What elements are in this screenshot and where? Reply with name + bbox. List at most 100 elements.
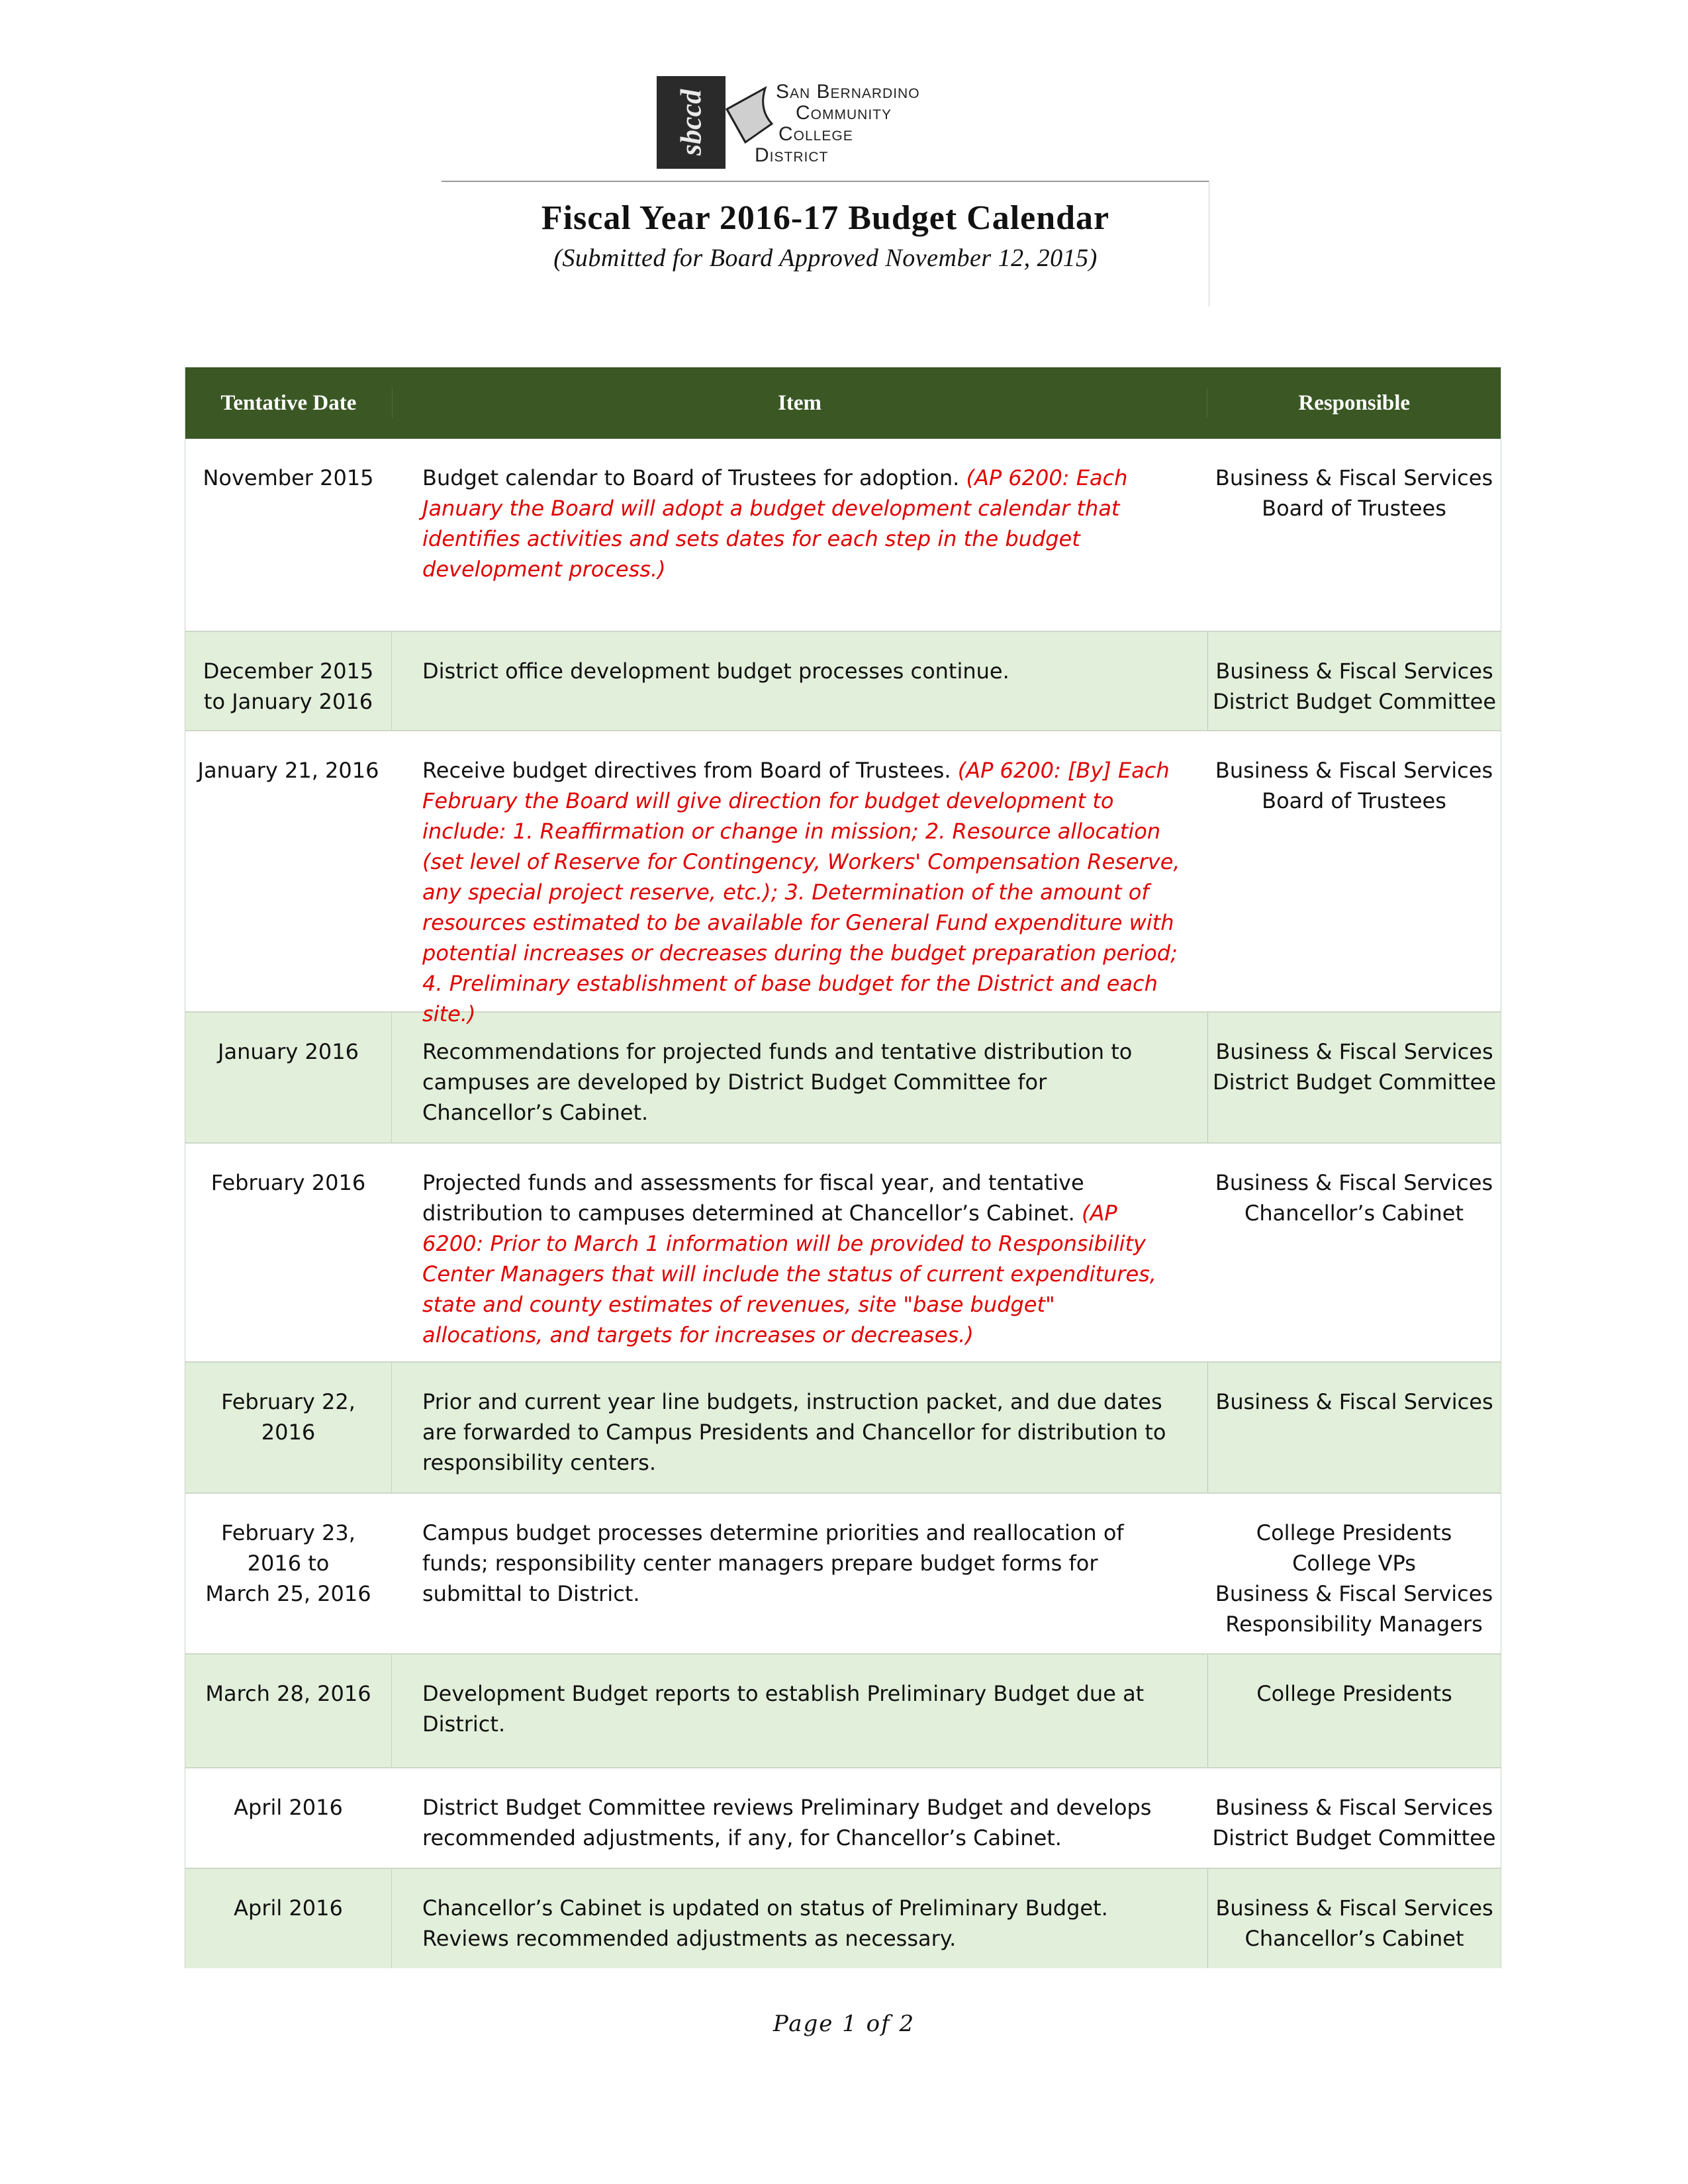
- table-row: February 22, 2016 Prior and current year l…: [185, 1361, 1501, 1492]
- cell-item: Prior and current year line budgets, ins…: [392, 1363, 1207, 1492]
- responsible-party: College VPs: [1292, 1551, 1416, 1576]
- cell-date: February 2016: [185, 1144, 392, 1361]
- responsible-party: College Presidents: [1256, 1520, 1452, 1545]
- cell-item: Projected funds and assessments for fisc…: [392, 1144, 1207, 1361]
- title-divider: [442, 181, 1209, 182]
- date-text: January 2016: [218, 1039, 359, 1064]
- table-row: April 2016 Chancellor’s Cabinet is update…: [185, 1868, 1501, 1968]
- cell-responsible: Business & Fiscal Services District Budge…: [1207, 632, 1501, 730]
- responsible-party: Business & Fiscal Services: [1215, 1389, 1493, 1414]
- table-row: February 23, 2016 to March 25, 2016 Campus …: [185, 1492, 1501, 1653]
- logo-line: College: [778, 123, 853, 145]
- responsible-party: Chancellor’s Cabinet: [1244, 1201, 1464, 1226]
- cell-responsible: Business & Fiscal Services District Budge…: [1207, 1013, 1501, 1142]
- item-text: District Budget Committee reviews Prelim…: [422, 1795, 1152, 1850]
- date-text: March 28, 2016: [205, 1681, 371, 1706]
- date-text: March 25, 2016: [205, 1581, 371, 1606]
- item-text: Prior and current year line budgets, ins…: [422, 1389, 1166, 1475]
- logo-mark-text: sbccd: [675, 89, 708, 156]
- table-row: December 2015 to January 2016 District off…: [185, 631, 1501, 730]
- cell-date: February 22, 2016: [185, 1363, 392, 1492]
- cell-responsible: College Presidents: [1207, 1655, 1501, 1767]
- item-text: Chancellor’s Cabinet is updated on statu…: [422, 1895, 1108, 1951]
- responsible-party: Business & Fiscal Services: [1215, 1039, 1493, 1064]
- date-text: April 2016: [234, 1895, 343, 1921]
- item-text: Budget calendar to Board of Trustees for…: [422, 465, 960, 490]
- table-row: January 21, 2016 Receive budget directive…: [185, 730, 1501, 1026]
- cell-date: November 2015: [185, 439, 392, 631]
- table-header: Tentative Date Item Responsible: [185, 367, 1501, 439]
- column-header-item: Item: [778, 390, 822, 415]
- date-text: 2016 to: [247, 1551, 330, 1576]
- cell-date: March 28, 2016: [185, 1655, 392, 1767]
- cell-item: Budget calendar to Board of Trustees for…: [392, 439, 1207, 631]
- responsible-party: Business & Fiscal Services: [1215, 1170, 1493, 1195]
- date-text: February 2016: [211, 1170, 366, 1195]
- cell-item: District office development budget proce…: [392, 632, 1207, 730]
- column-header-responsible: Responsible: [1207, 388, 1501, 418]
- date-text: 2016: [261, 1420, 316, 1445]
- cell-responsible: Business & Fiscal Services Board of Trust…: [1207, 731, 1501, 1011]
- logo-emblem: sbccd: [657, 76, 726, 169]
- cell-date: January 21, 2016: [185, 731, 392, 1011]
- page-title: Fiscal Year 2016-17 Budget Calendar: [541, 199, 1110, 237]
- cell-item: Receive budget directives from Board of …: [392, 731, 1207, 1026]
- page-subtitle: (Submitted for Board Approved November 1…: [553, 244, 1098, 272]
- budget-calendar-table: Tentative Date Item Responsible November…: [185, 367, 1501, 1968]
- responsible-party: College Presidents: [1256, 1681, 1452, 1706]
- item-text: Receive budget directives from Board of …: [422, 758, 951, 783]
- cell-item: Development Budget reports to establish …: [392, 1655, 1207, 1767]
- logo-line: Community: [796, 102, 892, 124]
- responsible-party: District Budget Committee: [1213, 1069, 1496, 1095]
- cell-date: December 2015 to January 2016: [185, 632, 392, 730]
- cell-item: District Budget Committee reviews Prelim…: [392, 1768, 1207, 1868]
- item-text: Development Budget reports to establish …: [422, 1681, 1145, 1737]
- date-text: January 21, 2016: [197, 758, 379, 783]
- logo-line: San Bernardino: [776, 81, 920, 103]
- cell-item: Campus budget processes determine priori…: [392, 1494, 1207, 1653]
- table-row: April 2016 District Budget Committee revi…: [185, 1767, 1501, 1868]
- cell-responsible: College Presidents College VPs Business & …: [1207, 1494, 1501, 1653]
- logo-wordmark: San Bernardino Community College Distric…: [755, 81, 920, 166]
- table-row: March 28, 2016 Development Budget reports…: [185, 1653, 1501, 1767]
- cell-responsible: Business & Fiscal Services: [1207, 1363, 1501, 1492]
- cell-responsible: Business & Fiscal Services District Budge…: [1207, 1768, 1501, 1868]
- cell-item: Chancellor’s Cabinet is updated on statu…: [392, 1869, 1207, 1968]
- table-row: February 2016 Projected funds and assessm…: [185, 1142, 1501, 1361]
- cell-date: January 2016: [185, 1013, 392, 1142]
- page-number: Page 1 of 2: [773, 2011, 915, 2037]
- responsible-party: Board of Trustees: [1262, 496, 1446, 521]
- date-text: November 2015: [203, 465, 374, 490]
- table-row: January 2016 Recommendations for projecte…: [185, 1011, 1501, 1142]
- item-text: Recommendations for projected funds and …: [422, 1039, 1133, 1125]
- item-text: Campus budget processes determine priori…: [422, 1520, 1124, 1606]
- cell-date: April 2016: [185, 1869, 392, 1968]
- table-body: November 2015 Budget calendar to Board of…: [185, 439, 1501, 1968]
- responsible-party: Board of Trustees: [1262, 788, 1446, 813]
- cell-date: April 2016: [185, 1768, 392, 1868]
- responsible-party: Business & Fiscal Services: [1215, 465, 1493, 490]
- cell-responsible: Business & Fiscal Services Chancellor’s C…: [1207, 1869, 1501, 1968]
- date-text: February 23,: [221, 1520, 355, 1545]
- responsible-party: Chancellor’s Cabinet: [1244, 1926, 1464, 1951]
- cell-item: Recommendations for projected funds and …: [392, 1013, 1207, 1142]
- date-text: February 22,: [221, 1389, 355, 1414]
- policy-note: (AP 6200: [By] Each February the Board w…: [422, 758, 1180, 1026]
- logo-line: District: [755, 144, 829, 166]
- table-row: November 2015 Budget calendar to Board of…: [185, 439, 1501, 631]
- item-text: District office development budget proce…: [422, 659, 1009, 684]
- date-text: April 2016: [234, 1795, 343, 1820]
- responsible-party: Business & Fiscal Services: [1215, 659, 1493, 684]
- responsible-party: District Budget Committee: [1213, 689, 1496, 714]
- responsible-party: Responsibility Managers: [1225, 1612, 1483, 1637]
- responsible-party: Business & Fiscal Services: [1215, 1795, 1493, 1820]
- responsible-party: District Budget Committee: [1212, 1825, 1496, 1850]
- cell-date: February 23, 2016 to March 25, 2016: [185, 1494, 392, 1653]
- item-text: Projected funds and assessments for fisc…: [422, 1170, 1084, 1226]
- cell-responsible: Business & Fiscal Services Board of Trust…: [1207, 439, 1501, 631]
- sbccd-logo: sbccd San Bernardino Community College D…: [657, 76, 935, 175]
- responsible-party: Business & Fiscal Services: [1215, 1895, 1493, 1921]
- cell-responsible: Business & Fiscal Services Chancellor’s C…: [1207, 1144, 1501, 1361]
- date-text: to January 2016: [203, 689, 373, 714]
- responsible-party: Business & Fiscal Services: [1215, 1581, 1493, 1606]
